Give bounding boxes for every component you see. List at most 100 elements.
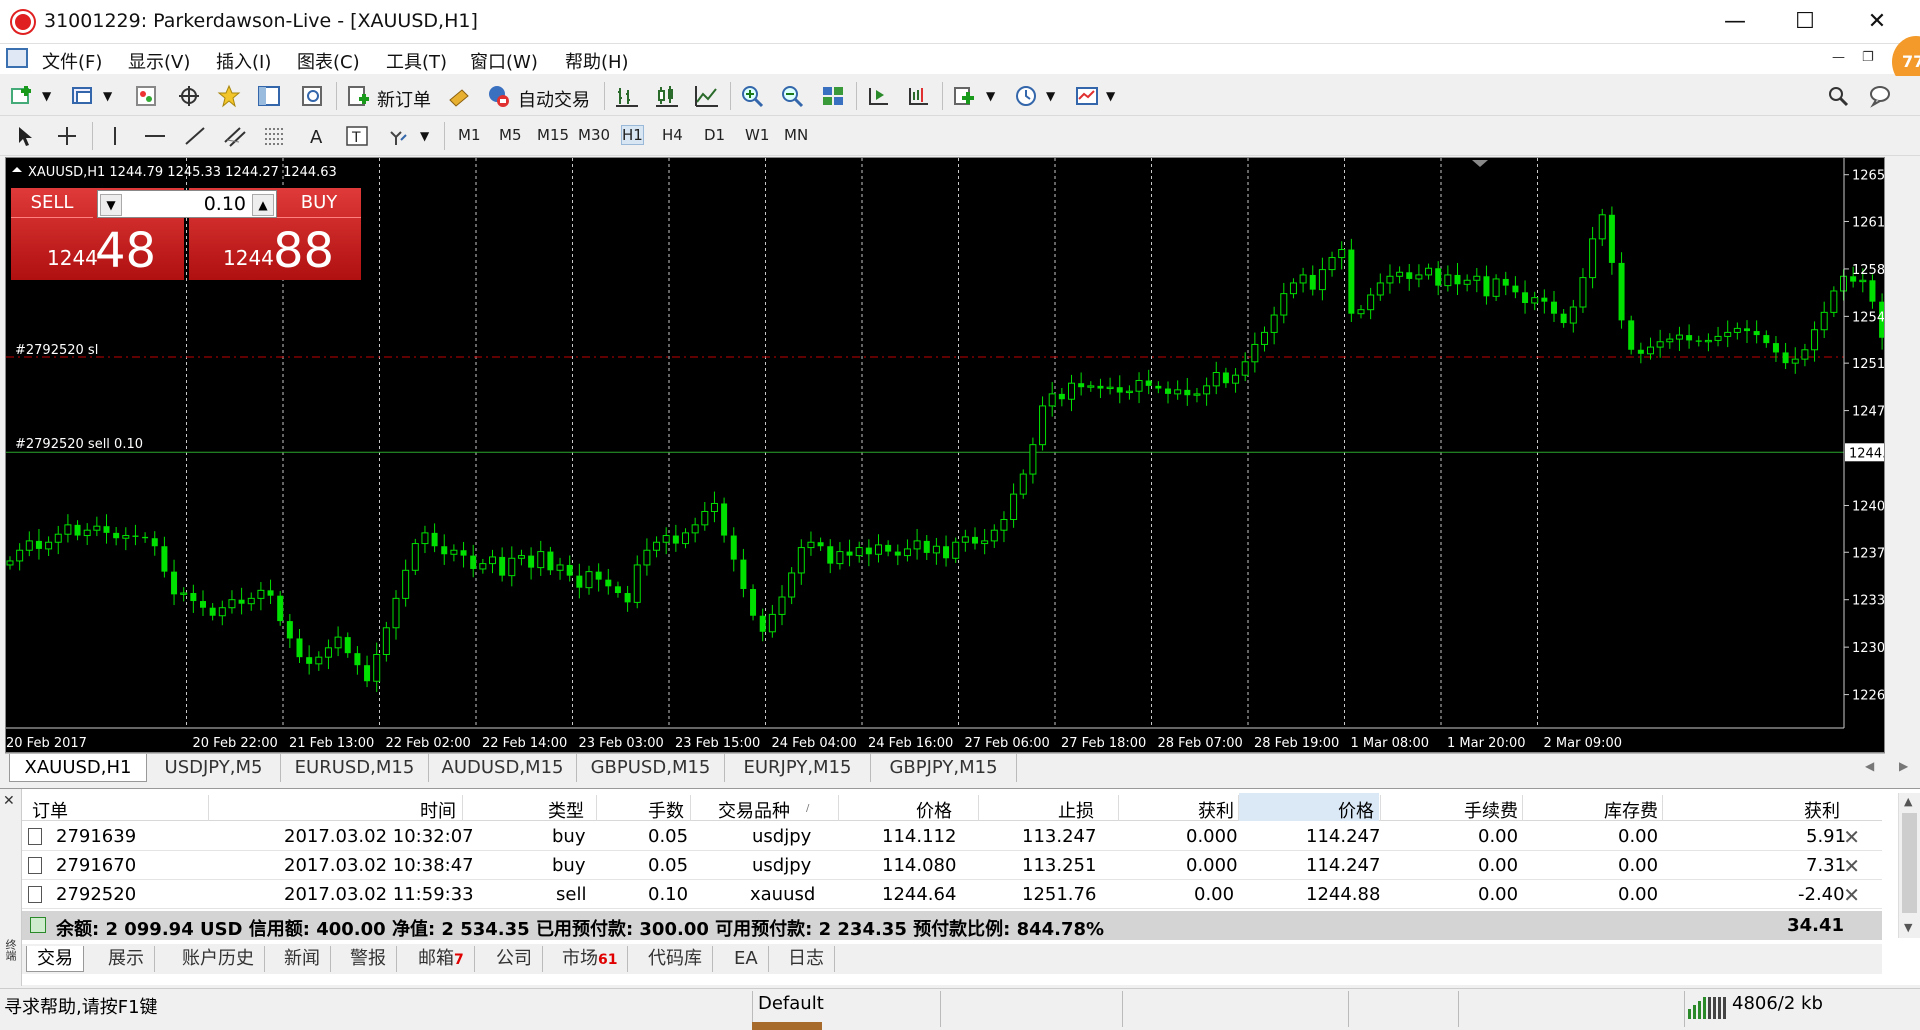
timeframe-m15[interactable]: M15 [537,126,569,144]
close-order-icon[interactable]: ✕ [1843,854,1860,878]
scroll-up-icon[interactable]: ▲ [1904,795,1912,808]
chart-shift-icon[interactable] [906,84,932,108]
chat-icon[interactable] [1868,84,1894,108]
autoscroll-icon[interactable] [866,84,892,108]
terminal-tab-alerts[interactable]: 警报 [340,946,397,972]
market-watch-icon[interactable] [134,84,160,108]
terminal-tab-company[interactable]: 公司 [486,946,543,972]
chart-tab-eurusd[interactable]: EURUSD,M15 [281,754,429,782]
crosshair-icon[interactable] [54,124,80,148]
line-chart-icon[interactable] [694,84,720,108]
navigator-star-icon[interactable] [216,84,242,108]
menu-tools[interactable]: 工具(T) [386,48,447,74]
timeframe-h1[interactable]: H1 [621,125,644,145]
indicators-icon[interactable] [952,84,978,108]
trendline-icon[interactable] [182,124,208,148]
tile-windows-icon[interactable] [820,84,846,108]
connection-status-icon[interactable] [1688,997,1728,1019]
terminal-tab-mailbox[interactable]: 邮箱7 [408,946,475,972]
col-order[interactable]: 订单 [32,797,68,823]
metaeditor-icon[interactable] [446,84,472,108]
terminal-side-bar[interactable]: ✕ 终端 [0,789,22,986]
terminal-tab-experts[interactable]: EA [724,946,769,972]
child-restore-button[interactable]: ❐ [1862,50,1874,65]
chart-tab-usdjpy[interactable]: USDJPY,M5 [147,754,281,782]
arrows-icon[interactable] [386,124,412,148]
timeframe-d1[interactable]: D1 [704,126,725,144]
col-lots[interactable]: 手数 [648,797,684,823]
lot-decrease-icon[interactable]: ▼ [100,194,122,216]
col-symbol[interactable]: 交易品种 [718,797,790,823]
terminal-tab-trade[interactable]: 交易 [26,946,84,972]
timeframe-m1[interactable]: M1 [458,126,481,144]
search-icon[interactable] [1826,84,1852,108]
chart-window-icon[interactable] [6,48,28,68]
collapse-triangle-icon[interactable] [12,167,22,172]
timeframe-m5[interactable]: M5 [499,126,522,144]
chart-window[interactable]: 20 Feb 2017 20 Feb 22:00 21 Feb 13:00 22 Fe… [5,157,1885,753]
table-row[interactable]: 2791670 2017.03.02 10:38:47 buy 0.05 usd… [22,851,1882,880]
timeframe-mn[interactable]: MN [784,126,808,144]
col-swap[interactable]: 库存费 [1604,797,1658,823]
terminal-tab-code-base[interactable]: 代码库 [638,946,713,972]
candlestick-chart-icon[interactable] [654,84,680,108]
terminal-tab-exposure[interactable]: 展示 [98,946,155,972]
lot-size-field[interactable]: ▼ 0.10 ▲ [97,190,277,218]
chevron-down-icon[interactable]: ▼ [42,89,51,103]
col-type[interactable]: 类型 [548,797,584,823]
vertical-line-icon[interactable] [102,124,128,148]
strategy-tester-icon[interactable] [300,84,326,108]
profile-name[interactable]: Default [758,993,824,1014]
minimize-button[interactable]: — [1710,6,1760,38]
text-label-icon[interactable]: T [344,124,370,148]
menu-window[interactable]: 窗口(W) [470,48,538,74]
chevron-down-icon[interactable]: ▼ [420,129,429,143]
col-tp[interactable]: 获利 [1198,797,1234,823]
chevron-down-icon[interactable]: ▼ [103,89,112,103]
table-row[interactable]: 2791639 2017.03.02 10:32:07 buy 0.05 usd… [22,822,1882,851]
scroll-down-icon[interactable]: ▼ [1904,921,1912,934]
templates-icon[interactable] [1074,84,1100,108]
terminal-tab-news[interactable]: 新闻 [274,946,331,972]
col-commission[interactable]: 手续费 [1464,797,1518,823]
periods-clock-icon[interactable] [1014,84,1040,108]
timeframe-m30[interactable]: M30 [578,126,610,144]
tabs-scroll-right-icon[interactable]: ▶ [1899,759,1908,773]
chevron-down-icon[interactable]: ▼ [1106,89,1115,103]
menu-help[interactable]: 帮助(H) [565,48,629,74]
timeframe-h4[interactable]: H4 [662,126,683,144]
chevron-down-icon[interactable]: ▼ [1046,89,1055,103]
close-order-icon[interactable]: ✕ [1843,883,1860,907]
zoom-out-icon[interactable] [780,84,806,108]
tabs-scroll-left-icon[interactable]: ◀ [1865,759,1874,773]
channel-icon[interactable] [222,124,248,148]
chart-tab-xauusd[interactable]: XAUUSD,H1 [9,754,147,782]
new-order-icon[interactable] [346,84,372,108]
menu-insert[interactable]: 插入(I) [216,48,271,74]
col-current-price[interactable]: 价格 [1338,797,1374,823]
cursor-icon[interactable] [12,124,38,148]
fibonacci-icon[interactable] [262,124,288,148]
terminal-tab-account-history[interactable]: 账户历史 [172,946,265,972]
new-order-button[interactable]: 新订单 [377,86,431,112]
auto-trading-icon[interactable] [486,84,512,108]
terminal-tab-journal[interactable]: 日志 [778,946,835,972]
col-profit[interactable]: 获利 [1804,797,1840,823]
new-chart-icon[interactable] [10,84,36,108]
col-time[interactable]: 时间 [420,797,456,823]
zoom-in-icon[interactable] [740,84,766,108]
col-sl[interactable]: 止损 [1058,797,1094,823]
menu-view[interactable]: 显示(V) [128,48,190,74]
col-open-price[interactable]: 价格 [916,797,952,823]
close-order-icon[interactable]: ✕ [1843,825,1860,849]
text-icon[interactable]: A [304,124,330,148]
chart-tab-gbpjpy[interactable]: GBPJPY,M15 [871,754,1017,782]
chevron-down-icon[interactable]: ▼ [986,89,995,103]
child-minimize-button[interactable]: — [1832,50,1845,65]
menu-charts[interactable]: 图表(C) [297,48,360,74]
lot-increase-icon[interactable]: ▲ [252,194,274,216]
maximize-button[interactable]: ☐ [1780,6,1830,38]
table-row[interactable]: 2792520 2017.03.02 11:59:33 sell 0.10 xa… [22,880,1882,909]
chart-tab-eurjpy[interactable]: EURJPY,M15 [725,754,871,782]
close-button[interactable]: ✕ [1852,6,1902,38]
